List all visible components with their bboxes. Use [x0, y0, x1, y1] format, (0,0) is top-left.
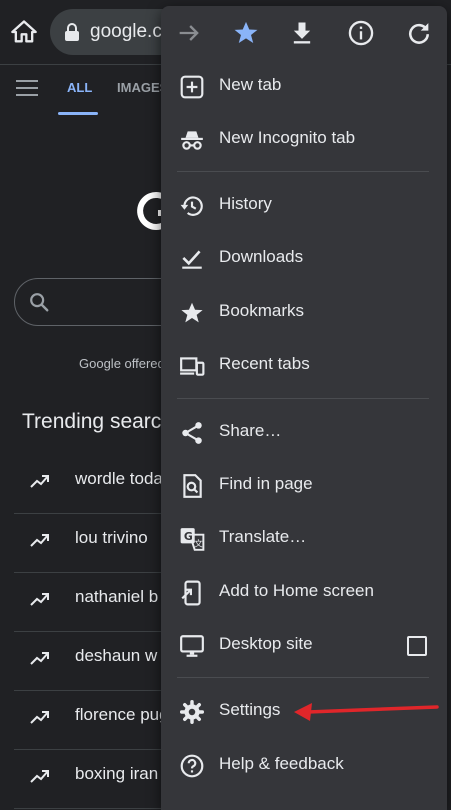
star-icon[interactable] — [232, 19, 260, 47]
menu-item-label: Recent tabs — [219, 354, 310, 373]
menu-toolbar — [161, 6, 447, 60]
menu-item-label: Translate… — [219, 527, 307, 546]
find-in-page-icon — [179, 473, 205, 499]
menu-item-label: History — [219, 194, 272, 213]
info-icon[interactable] — [347, 19, 375, 47]
trending-up-icon — [30, 768, 50, 784]
menu-item-label: Downloads — [219, 247, 304, 266]
menu-item-add-to-home-screen[interactable]: Add to Home screen — [161, 566, 447, 619]
forward-icon[interactable] — [175, 19, 203, 47]
devices-icon — [179, 353, 205, 379]
menu-item-label: Find in page — [219, 474, 313, 493]
menu-item-label: Bookmarks — [219, 301, 305, 320]
trending-up-icon — [30, 473, 50, 489]
menu-item-label: Share… — [219, 421, 282, 440]
bookmark-star-icon — [179, 300, 205, 326]
refresh-icon[interactable] — [405, 19, 433, 47]
menu-item-label: New Incognito tab — [219, 128, 356, 147]
menu-item-help-feedback[interactable]: Help & feedback — [161, 739, 447, 792]
tab-all[interactable]: ALL — [67, 80, 92, 95]
desktop-site-checkbox[interactable] — [407, 636, 427, 656]
tab-all-indicator — [58, 112, 98, 115]
menu-item-desktop-site[interactable]: Desktop site — [161, 619, 447, 672]
trending-up-icon — [30, 532, 50, 548]
menu-item-label: New tab — [219, 75, 282, 94]
menu-divider — [177, 171, 429, 172]
hamburger-menu-icon[interactable] — [16, 80, 38, 98]
menu-item-find-in-page[interactable]: Find in page — [161, 459, 447, 512]
trending-text: nathaniel b — [75, 587, 159, 606]
trending-text: lou trivino — [75, 528, 148, 547]
search-icon — [28, 291, 50, 313]
new-tab-icon — [179, 74, 205, 100]
menu-item-translate[interactable]: G文 Translate… — [161, 512, 447, 565]
svg-text:文: 文 — [194, 538, 203, 550]
downloads-check-icon — [179, 246, 205, 272]
menu-item-downloads[interactable]: Downloads — [161, 232, 447, 285]
menu-divider — [177, 677, 429, 678]
menu-item-new-incognito-tab[interactable]: New Incognito tab — [161, 113, 447, 166]
menu-divider — [177, 398, 429, 399]
history-icon — [179, 193, 205, 219]
menu-item-label: Add to Home screen — [219, 581, 374, 600]
incognito-icon — [179, 127, 205, 153]
svg-text:G: G — [184, 530, 193, 543]
share-icon — [179, 420, 205, 446]
trending-text: deshaun w — [75, 646, 158, 665]
translate-icon: G文 — [179, 526, 205, 552]
home-icon[interactable] — [10, 18, 38, 46]
menu-item-recent-tabs[interactable]: Recent tabs — [161, 339, 447, 392]
trending-up-icon — [30, 650, 50, 666]
help-icon — [179, 753, 205, 779]
menu-item-label: Settings — [219, 700, 281, 719]
trending-text: boxing iran — [75, 764, 159, 783]
lock-icon — [64, 23, 80, 41]
menu-item-label: Desktop site — [219, 634, 313, 653]
desktop-icon — [179, 633, 205, 659]
menu-item-label: Help & feedback — [219, 754, 344, 773]
trending-up-icon — [30, 591, 50, 607]
gear-icon — [179, 699, 205, 725]
menu-item-history[interactable]: History — [161, 179, 447, 232]
menu-item-share[interactable]: Share… — [161, 406, 447, 459]
annotation-arrow — [290, 693, 440, 733]
menu-item-new-tab[interactable]: New tab — [161, 60, 447, 113]
trending-text: wordle today — [75, 469, 172, 488]
trending-up-icon — [30, 709, 50, 725]
chrome-overflow-menu: New tab New Incognito tab History Downlo… — [161, 6, 447, 810]
download-icon[interactable] — [288, 19, 316, 47]
add-to-home-icon — [179, 580, 205, 606]
menu-item-bookmarks[interactable]: Bookmarks — [161, 286, 447, 339]
